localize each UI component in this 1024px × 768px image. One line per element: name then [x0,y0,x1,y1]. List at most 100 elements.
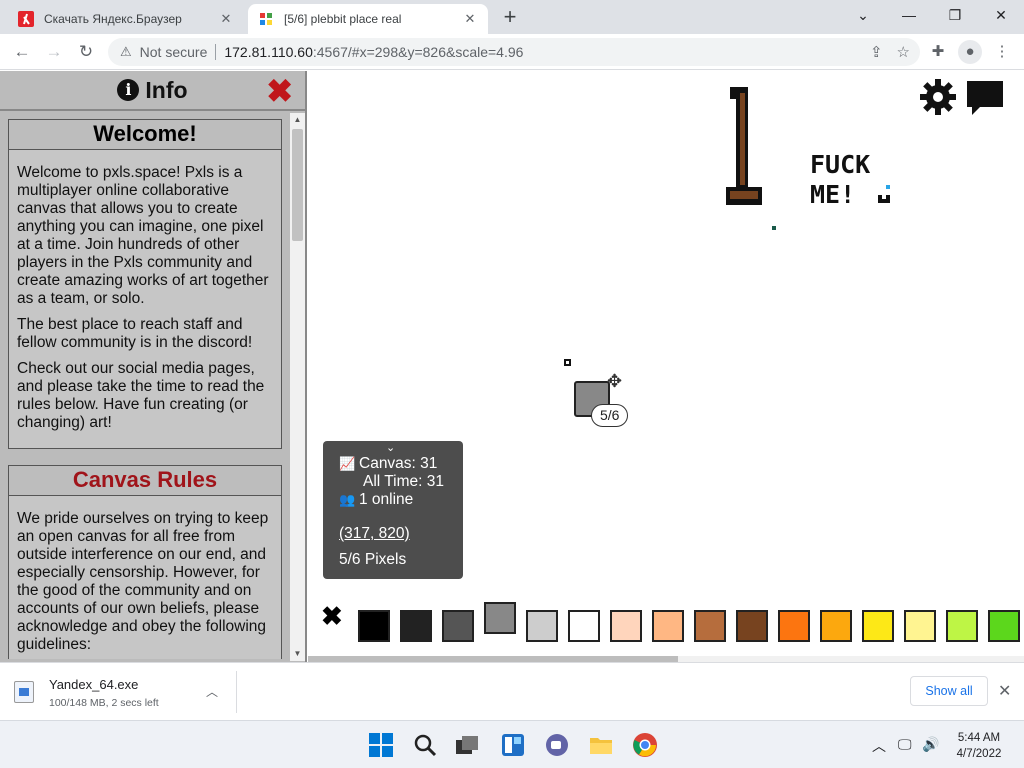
close-icon[interactable]: ✕ [218,11,234,27]
windows-taskbar: ︿ 🖵 🔊 5:44 AM 4/7/2022 [0,720,1024,768]
welcome-body: Welcome to pxls.space! Pxls is a multipl… [9,150,281,448]
chevron-down-icon[interactable]: ⌄ [840,0,886,30]
tab-pxls[interactable]: [5/6] plebbit place real ✕ [248,4,488,34]
widgets-icon[interactable] [500,732,526,758]
clock-date: 4/7/2022 [956,748,1002,760]
restore-icon[interactable]: ❐ [932,0,978,30]
scroll-up-arrow[interactable]: ▲ [290,113,305,127]
chat-icon[interactable] [964,77,1006,119]
chevron-down-icon[interactable]: ⌄ [386,441,395,454]
back-arrow-icon[interactable]: ← [10,40,34,64]
palette-swatch[interactable] [652,610,684,642]
palette-swatch[interactable] [862,610,894,642]
share-icon[interactable]: ⇪ [870,43,883,61]
welcome-heading: Welcome! [9,120,281,150]
url-rest: :4567/#x=298&y=826&scale=4.96 [312,44,524,60]
close-icon[interactable]: ✖ [266,75,293,107]
palette-swatch[interactable] [400,610,432,642]
palette-swatch[interactable] [778,610,810,642]
stray-pixel [564,359,571,366]
welcome-paragraph: Check out our social media pages, and pl… [17,360,265,431]
chevron-up-icon[interactable]: ︿ [206,683,218,700]
tray-chevron-icon[interactable]: ︿ [872,736,886,756]
security-label[interactable]: Not secure [140,44,208,60]
close-icon[interactable]: ✕ [462,11,478,27]
pixels-available: 5/6 Pixels [339,551,407,568]
palette-swatch[interactable] [946,610,978,642]
scroll-down-arrow[interactable]: ▼ [290,647,305,661]
yandex-favicon [18,11,34,27]
pixel-art-stick [726,87,762,205]
windows-start-icon[interactable] [368,732,394,758]
gear-icon[interactable] [918,77,958,117]
palette-swatch[interactable] [526,610,558,642]
palette-swatch[interactable] [484,602,516,634]
task-view-icon[interactable] [454,732,480,758]
address-bar[interactable]: ⚠ Not secure 172.81.110.60:4567/#x=298&y… [108,38,920,66]
pxls-page: i Info ✖ Welcome! Welcome to pxls.space!… [0,71,1024,662]
canvas-count: Canvas: 31 [359,455,438,472]
palette-swatch[interactable] [904,610,936,642]
tab-strip: Скачать Яндекс.Браузер ✕ [5/6] plebbit p… [0,0,1024,34]
palette-swatch[interactable] [736,610,768,642]
show-all-button[interactable]: Show all [910,676,988,706]
palette-swatch[interactable] [358,610,390,642]
search-icon[interactable] [412,732,438,758]
menu-dots-icon[interactable]: ⋮ [990,40,1014,64]
warning-icon[interactable]: ⚠ [120,44,132,60]
system-clock[interactable]: 5:44 AM 4/7/2022 [944,730,1014,762]
welcome-paragraph: Welcome to pxls.space! Pxls is a multipl… [17,164,269,307]
rules-paragraph: We pride ourselves on trying to keep an … [17,510,269,653]
close-icon[interactable]: ✕ [998,681,1011,701]
coordinates-link[interactable]: (317, 820) [339,525,463,543]
canvas-count-row: 📈 Canvas: 31 [339,455,463,473]
reload-icon[interactable]: ↻ [74,40,98,64]
star-icon[interactable]: ☆ [897,43,910,61]
pixel-art-line-2: ME! [810,180,855,207]
download-filename: Yandex_64.exe [49,677,139,692]
move-cursor-icon: ✥ [607,371,623,391]
pixel-art-line-1: FUCK [810,151,870,179]
palette-swatch[interactable] [610,610,642,642]
palette-swatch[interactable] [694,610,726,642]
extensions-icon[interactable]: ✚ [926,40,950,64]
profile-icon[interactable]: ● [958,40,982,64]
palette-swatch[interactable] [988,610,1020,642]
info-panel-scrollbar[interactable]: ▲ ▼ [290,113,305,661]
rules-body: We pride ourselves on trying to keep an … [9,496,281,659]
close-icon[interactable]: ✕ [978,0,1024,30]
volume-icon[interactable]: 🔊 [922,736,939,753]
pixel-art-text: FUCK ME! [810,151,890,207]
welcome-paragraph: The best place to reach staff and fellow… [17,316,253,351]
plus-icon[interactable]: + [498,6,522,30]
omnibox-actions: ⇪ ☆ [870,43,910,61]
file-icon [14,681,34,703]
download-status: 100/148 MB, 2 secs left [49,697,159,709]
network-icon[interactable]: 🖵 [898,736,912,753]
minimize-icon[interactable]: — [886,0,932,30]
pxls-favicon [260,13,272,25]
download-item[interactable]: Yandex_64.exe 100/148 MB, 2 secs left ︿ [14,673,236,713]
palette-swatch[interactable] [568,610,600,642]
folder-icon[interactable] [588,732,614,758]
close-icon[interactable]: ✖ [321,601,343,632]
palette-swatch[interactable] [442,610,474,642]
scrollbar-thumb[interactable] [292,129,303,241]
cooldown-badge: 5/6 [591,404,629,427]
forward-arrow-icon[interactable]: → [42,40,66,64]
chart-icon: 📈 [339,456,356,471]
tab-title: [5/6] plebbit place real [284,12,402,26]
teams-chat-icon[interactable] [544,732,570,758]
stray-pixel [772,226,776,230]
url-host: 172.81.110.60 [224,44,313,60]
rules-heading: Canvas Rules [9,466,281,496]
info-panel-content[interactable]: Welcome! Welcome to pxls.space! Pxls is … [8,119,282,659]
stats-panel: ⌄ 📈 Canvas: 31 All Time: 31 👥 1 online (… [323,441,463,579]
tab-yandex[interactable]: Скачать Яндекс.Браузер ✕ [8,4,244,34]
clock-time: 5:44 AM [957,732,1001,744]
chrome-icon[interactable] [632,732,658,758]
all-time-row: All Time: 31 [339,473,463,491]
screen: Скачать Яндекс.Браузер ✕ [5/6] plebbit p… [0,0,1024,768]
palette-swatch[interactable] [820,610,852,642]
divider [215,44,217,60]
